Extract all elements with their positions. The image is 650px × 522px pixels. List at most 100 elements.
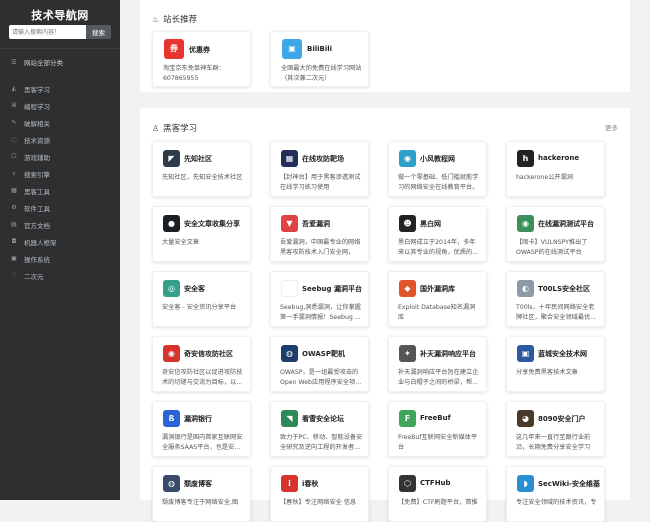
sidebar-item[interactable]: ▤ 官方文档 xyxy=(10,216,57,233)
site-card[interactable]: Seebug 漏洞平台 Seebug,洞悉漏洞，让你掌握第一手漏洞情报！Seebu… xyxy=(270,271,369,327)
site-name: i春秋 xyxy=(302,480,319,488)
site-description: 淘宝京东免单神车群：607865955 xyxy=(163,65,225,82)
search-input[interactable] xyxy=(9,25,86,39)
site-card[interactable]: i i春秋 【春秋】专注网络安全 信息 xyxy=(270,466,369,522)
sidebar-item[interactable]: ⌘ 编程学习 xyxy=(10,97,57,114)
site-card[interactable]: ⬡ CTFHub 【免费】CTF刷题平台，首推 xyxy=(388,466,487,522)
sidebar-item-label: 搜索引擎 xyxy=(24,170,50,179)
site-description: Exploit Database知名漏洞库 xyxy=(398,304,476,321)
site-name: 小风教程网 xyxy=(420,155,455,163)
site-card[interactable]: ▼ 吾爱漏洞 吾爱漏洞，中国最专业的网络黑客攻防技术入门安全网， xyxy=(270,206,369,262)
site-logo-icon: ▦ xyxy=(281,150,298,167)
site-description: T00ls，十年民间网络安全老牌社区，聚合安全领域最优... xyxy=(516,304,597,321)
site-description: FreeBuf互联网安全新媒体平台 xyxy=(398,434,478,451)
site-description: 致力于PC、移动、智能设备安全研究及逆向工程的开发者... xyxy=(280,434,363,451)
grid-icon: ▦ xyxy=(11,187,17,194)
site-description: 专注安全领域的技术资讯，专 xyxy=(516,499,597,506)
sidebar-item[interactable]: ⚙ 软件工具 xyxy=(10,199,57,216)
site-name: FreeBuf xyxy=(420,414,451,422)
recommend-title-text: 站长推荐 xyxy=(163,15,198,25)
site-card[interactable]: ◉ 在线漏洞测试平台 【暗卡】VULNSPY推出了OWASP的在线测试平台 xyxy=(506,206,605,262)
hacker-title-text: 黑客学习 xyxy=(163,124,198,134)
all-categories-link[interactable]: ☰ 网站全部分类 xyxy=(10,57,63,68)
site-logo-icon: 券 xyxy=(164,39,184,59)
site-name: 国外漏洞库 xyxy=(420,285,455,293)
site-logo-icon: ◕ xyxy=(517,410,534,427)
site-logo-title[interactable]: 技术导航网 xyxy=(0,0,120,22)
site-name: 漏洞银行 xyxy=(184,415,212,423)
site-name: BiliBili xyxy=(307,45,333,53)
site-description: 吾爱漏洞，中国最专业的网络黑客攻防技术入门安全网， xyxy=(280,239,361,256)
site-logo-icon: ◉ xyxy=(399,150,416,167)
site-logo-icon: ◐ xyxy=(517,280,534,297)
site-description: 【春秋】专注网络安全 信息 xyxy=(280,499,357,506)
site-description: 奇安信攻防社区以促进攻防技术的切磋与交流为目标，以... xyxy=(162,369,243,386)
site-card[interactable]: ● 安全文章收集分享 大量安全文章 xyxy=(152,206,251,262)
site-card[interactable]: F FreeBuf FreeBuf互联网安全新媒体平台 xyxy=(388,401,487,457)
sidebar-item-label: 编程学习 xyxy=(24,102,50,111)
site-card[interactable]: ◉ 小风教程网 做一个零基础、低门槛就能学习的网络安全在线教育平台。 xyxy=(388,141,487,197)
site-card[interactable]: ▣ 蓝城安全技术网 分享免费黑客技术文章 xyxy=(506,336,605,392)
site-card[interactable]: ☻ 黑白网 黑白网成立于2014年，多年来以其专业的视角，优质的... xyxy=(388,206,487,262)
site-card[interactable]: ◥ 看雪安全论坛 致力于PC、移动、智能设备安全研究及逆向工程的开发者... xyxy=(270,401,369,457)
site-card[interactable]: ◆ 国外漏洞库 Exploit Database知名漏洞库 xyxy=(388,271,487,327)
site-logo-icon: ◤ xyxy=(163,150,180,167)
site-card[interactable]: ▣ BiliBili 全国最大的免费在线学习网站（其次兼二次元） xyxy=(270,31,369,87)
recommend-title: ♨ 站长推荐 xyxy=(152,13,198,26)
site-card[interactable]: ✦ 补天漏洞响应平台 补天漏洞响应平台旨在建立企业与白帽子之间的桥梁，帮... xyxy=(388,336,487,392)
site-card[interactable]: 券优惠券 淘宝京东免单神车群：607865955 xyxy=(152,31,251,87)
sidebar-item-label: 官方文档 xyxy=(24,221,50,230)
sidebar-divider xyxy=(0,48,120,49)
sidebar-item-label: 黑客工具 xyxy=(24,187,50,196)
site-card[interactable]: ▦ 在线攻防靶场 【封神台】用于黑客渗透测试在线学习练习使用 xyxy=(270,141,369,197)
site-logo-icon: ▼ xyxy=(281,215,298,232)
terminal-icon: ◭ xyxy=(11,85,17,92)
site-description: 【免费】CTF刷题平台，首推 xyxy=(398,499,478,506)
sidebar-item[interactable]: ♡ 二次元 xyxy=(10,267,57,284)
site-description: 分享免费黑客技术文章 xyxy=(516,369,578,376)
sidebar-item[interactable]: ☐ 游戏辅助 xyxy=(10,148,57,165)
sidebar-item[interactable]: ◭ 黑客学习 xyxy=(10,80,57,97)
site-card[interactable]: ◍ OWASP靶机 OWASP，是一组最受攻击的Open Web应用程序安全项... xyxy=(270,336,369,392)
all-categories-label: 网站全部分类 xyxy=(24,59,63,67)
site-name: 黑白网 xyxy=(420,220,441,228)
main-content: ♨ 站长推荐 券优惠券 淘宝京东免单神车群：607865955 ▣ BiliBili 全… xyxy=(120,0,650,522)
site-logo-icon: ▣ xyxy=(517,345,534,362)
document-icon: ▤ xyxy=(11,221,17,228)
sidebar-item-label: 操作系统 xyxy=(24,255,50,264)
site-card[interactable]: ß 漏洞银行 漏洞银行是国内首家互联网安全服务SAAS平台，也是安... xyxy=(152,401,251,457)
search-bar: 搜索 xyxy=(9,25,111,39)
site-description: Seebug,洞悉漏洞，让你掌握第一手漏洞情报！Seebug ... xyxy=(280,304,361,321)
sidebar-item[interactable]: ✎ 破解相关 xyxy=(10,114,57,131)
site-description: 全国最大的免费在线学习网站（其次兼二次元） xyxy=(281,65,362,82)
site-card[interactable]: ◕ 8090安全门户这几年来一直行至跟行业前沿，长期免费分享安全学习资... xyxy=(506,401,605,457)
more-link[interactable]: 更多 xyxy=(605,122,618,132)
sidebar-item[interactable]: ⌕ 搜索引擎 xyxy=(10,165,57,182)
sidebar-item[interactable]: ▦ 黑客工具 xyxy=(10,182,57,199)
site-name: 在线漏洞测试平台 xyxy=(538,220,594,228)
site-card[interactable]: ◍ 颓废博客 颓废博客专注于网络安全,图 xyxy=(152,466,251,522)
sidebar-item[interactable]: ◌ 技术资源 xyxy=(10,131,57,148)
site-card[interactable]: ◤ 先知社区 先知社区，先知安全技术社区 xyxy=(152,141,251,197)
resource-icon: ◌ xyxy=(11,136,17,143)
site-logo-icon: ● xyxy=(163,215,180,232)
sidebar-item[interactable]: ▣ 操作系统 xyxy=(10,250,57,267)
site-description: 这几年来一直行至跟行业前沿，长期免费分享安全学习资... xyxy=(516,434,591,451)
site-logo-icon: ⬡ xyxy=(399,475,416,492)
sidebar-item[interactable]: ◘ 机器人框架 xyxy=(10,233,57,250)
site-logo-icon: h xyxy=(517,150,534,167)
site-card[interactable]: ◎ 安全客 安全客 - 安全资讯分享平台 xyxy=(152,271,251,327)
site-logo-icon: ☻ xyxy=(399,215,416,232)
sidebar-nav: ◭ 黑客学习 ⌘ 编程学习 ✎ 破解相关 ◌ 技术资源 ☐ 游戏辅助 ⌕ 搜索引擎 ▦ 黑客工具 ⚙ 软件工具… xyxy=(10,80,57,284)
site-name: OWASP靶机 xyxy=(302,350,345,358)
site-description: OWASP，是一组最受攻击的Open Web应用程序安全项... xyxy=(280,369,362,386)
site-card[interactable]: ◗ SecWiki-安全维基 专注安全领域的技术资讯，专 xyxy=(506,466,605,522)
site-description: 安全客 - 安全资讯分享平台 xyxy=(162,304,237,311)
site-card[interactable]: ◐ T00LS安全社区 T00ls，十年民间网络安全老牌社区，聚合安全领域最优... xyxy=(506,271,605,327)
site-description: 【暗卡】VULNSPY推出了OWASP的在线测试平台 xyxy=(516,239,588,256)
site-name: 补天漏洞响应平台 xyxy=(420,350,476,358)
site-name: SecWiki-安全维基 xyxy=(538,480,601,488)
site-card[interactable]: h hackerone hackerone公开漏洞 xyxy=(506,141,605,197)
search-button[interactable]: 搜索 xyxy=(86,25,111,39)
site-card[interactable]: ◉ 奇安信攻防社区 奇安信攻防社区以促进攻防技术的切磋与交流为目标，以... xyxy=(152,336,251,392)
